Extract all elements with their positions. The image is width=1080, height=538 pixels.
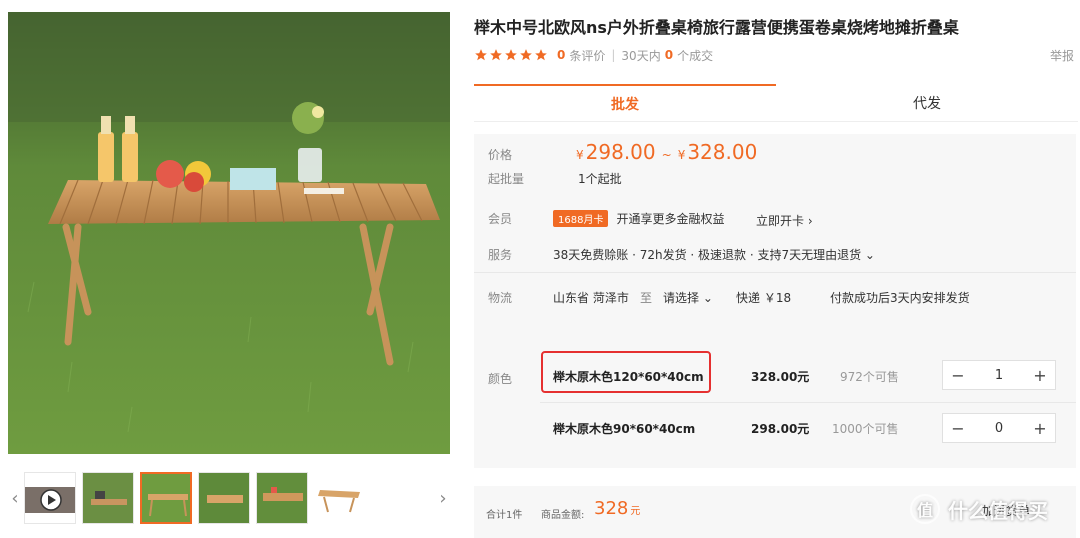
currency-symbol: ¥ xyxy=(677,148,686,162)
divider xyxy=(474,272,1076,273)
thumbnail-video[interactable] xyxy=(24,472,76,524)
star-icon xyxy=(490,49,502,61)
star-icon xyxy=(505,49,517,61)
product-title: 榉木中号北欧风ns户外折叠桌椅旅行露营便携蛋卷桌烧烤地摊折叠桌 xyxy=(474,18,959,37)
total-amount: 328 元 xyxy=(594,498,640,519)
divider: | xyxy=(611,48,616,62)
price-section: 价格 ¥ 298.00 ~ ¥ 328.00 起批量 1个起批 xyxy=(474,134,1076,192)
sales-label: 个成交 xyxy=(677,48,714,63)
minus-button[interactable]: − xyxy=(943,361,973,389)
plus-button[interactable]: + xyxy=(1025,414,1055,442)
star-icon xyxy=(520,49,532,61)
amount-unit: 元 xyxy=(630,506,641,517)
ship-note: 付款成功后3天内安排发货 xyxy=(830,291,970,305)
thumbnail-image[interactable] xyxy=(314,472,366,524)
option-price: 328.00元 xyxy=(751,370,810,384)
minus-button[interactable]: − xyxy=(943,414,973,442)
destination-select[interactable]: 请选择 ⌄ xyxy=(663,289,713,306)
tab-wholesale[interactable]: 批发 xyxy=(474,84,776,121)
quantity-stepper: − 0 + xyxy=(942,413,1056,443)
chevron-right-icon[interactable]: › xyxy=(436,470,450,526)
quantity-value[interactable]: 0 xyxy=(973,421,1025,436)
price-high: 328.00 xyxy=(687,140,758,164)
option-stock: 1000个可售 xyxy=(832,422,899,436)
option-stock: 972个可售 xyxy=(840,370,899,384)
origin-location: 山东省 菏泽市 xyxy=(553,291,629,305)
color-label: 颜色 xyxy=(488,372,513,386)
service-info: 会员 1688月卡 开通享更多金融权益 立即开卡 › 服务 38天免费赊账 · 7… xyxy=(474,192,1076,332)
star-rating xyxy=(474,48,548,62)
sales-prefix: 30天内 xyxy=(621,48,661,63)
amount-value: 328 xyxy=(594,498,629,519)
plus-button[interactable]: + xyxy=(1025,361,1055,389)
star-icon xyxy=(475,49,487,61)
service-label: 服务 xyxy=(488,248,513,262)
thumbnail-image[interactable] xyxy=(198,472,250,524)
logistics-label: 物流 xyxy=(488,291,513,305)
to-label: 至 xyxy=(640,291,653,305)
member-row: 1688月卡 开通享更多金融权益 xyxy=(553,210,724,227)
thumbnail-image[interactable] xyxy=(256,472,308,524)
moq-label: 起批量 xyxy=(488,172,525,186)
moq-value: 1个起批 xyxy=(578,172,622,186)
member-text: 开通享更多金融权益 xyxy=(616,212,725,226)
member-badge: 1688月卡 xyxy=(553,210,609,227)
service-text[interactable]: 38天免费赊账 · 72h发货 · 极速退款 · 支持7天无理由退货 ⌄ xyxy=(553,246,875,263)
total-count: 合计1件 xyxy=(486,510,523,521)
price-range: ¥ 298.00 ~ ¥ 328.00 xyxy=(576,140,757,164)
thumbnail-image[interactable] xyxy=(140,472,192,524)
price-low: 298.00 xyxy=(585,140,656,164)
sales-count: 0 xyxy=(664,48,674,62)
main-product-image[interactable] xyxy=(8,12,450,454)
quantity-stepper: − 1 + xyxy=(942,360,1056,390)
color-option-name[interactable]: 榉木原木色90*60*40cm xyxy=(553,420,695,437)
watermark: 值 什么值得买 xyxy=(910,494,1048,524)
star-icon xyxy=(535,49,547,61)
review-count: 0 xyxy=(557,48,566,62)
member-label: 会员 xyxy=(488,212,513,226)
review-label[interactable]: 条评价 xyxy=(569,47,605,64)
chevron-left-icon[interactable]: ‹ xyxy=(8,470,22,526)
selection-highlight-box xyxy=(541,351,711,393)
smzdm-logo-icon: 值 xyxy=(910,494,940,524)
report-link[interactable]: 举报 xyxy=(1050,47,1074,64)
currency-symbol: ¥ xyxy=(576,148,584,162)
open-card-link[interactable]: 立即开卡 › xyxy=(756,212,813,229)
range-separator: ~ xyxy=(661,148,672,162)
thumbnail-strip: ‹ › xyxy=(8,470,450,526)
purchase-tabs: 批发 代发 xyxy=(474,84,1078,122)
divider xyxy=(540,402,1076,403)
option-price: 298.00元 xyxy=(751,422,810,436)
watermark-text: 什么值得买 xyxy=(948,498,1048,523)
quantity-value[interactable]: 1 xyxy=(973,368,1025,383)
amount-label: 商品金额: xyxy=(541,510,585,521)
price-label: 价格 xyxy=(488,148,513,162)
express-fee: 快递 ￥18 xyxy=(736,291,792,305)
tab-dropship[interactable]: 代发 xyxy=(776,84,1078,121)
rating-row: 0 条评价 | 30天内 0 个成交 举报 xyxy=(474,46,1078,64)
thumbnail-image[interactable] xyxy=(82,472,134,524)
